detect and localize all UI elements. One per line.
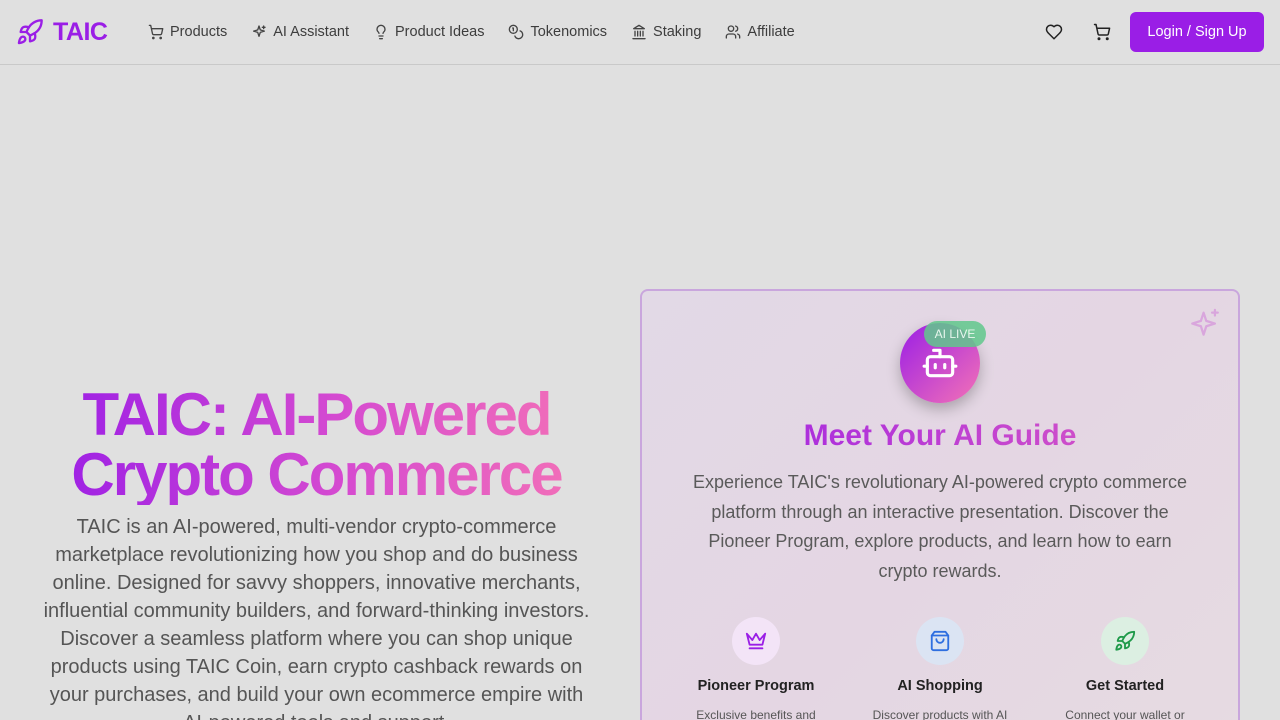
nav-staking-label: Staking <box>653 24 702 40</box>
nav-product-ideas-label: Product Ideas <box>395 24 485 40</box>
feature-description: Discover products with AI <box>872 708 1008 720</box>
crown-icon <box>745 632 767 650</box>
feature-description: Connect your wallet or <box>1065 708 1185 720</box>
nav-affiliate[interactable]: Affiliate <box>725 20 795 44</box>
feature-ai-shopping[interactable]: AI Shopping Discover products with AI <box>855 617 1025 720</box>
nav-products-label: Products <box>170 24 228 40</box>
nav-staking[interactable]: Staking <box>631 20 701 44</box>
top-navbar: TAIC Products AI Assistant Product Ideas… <box>0 0 1280 65</box>
heart-icon <box>1045 24 1063 40</box>
ai-guide-card: AI LIVE Meet Your AI Guide Experience TA… <box>640 289 1240 720</box>
cart-icon <box>1093 23 1111 41</box>
nav-affiliate-label: Affiliate <box>747 24 795 40</box>
feature-icon-circle <box>1101 617 1149 665</box>
feature-title: Get Started <box>1085 678 1165 694</box>
nav-ai-assistant-label: AI Assistant <box>273 24 349 40</box>
brand-name: TAIC <box>53 17 108 46</box>
sparkles-icon <box>253 25 266 37</box>
cart-button[interactable] <box>1082 12 1122 52</box>
nav-product-ideas[interactable]: Product Ideas <box>373 20 484 44</box>
card-title: Meet Your AI Guide <box>642 419 1238 453</box>
nav-ai-assistant[interactable]: AI Assistant <box>251 20 349 44</box>
brand-logo[interactable]: TAIC <box>16 16 108 48</box>
users-icon <box>726 25 741 39</box>
shopping-bag-icon <box>930 630 950 652</box>
hero-title: TAIC: AI-Powered Crypto Commerce <box>40 385 593 505</box>
feature-get-started[interactable]: Get Started Connect your wallet or <box>1040 617 1210 720</box>
ai-live-badge: AI LIVE <box>924 321 986 347</box>
main-nav: Products AI Assistant Product Ideas Toke… <box>148 20 795 44</box>
feature-icon-circle <box>916 617 964 665</box>
feature-description: Exclusive benefits and <box>696 708 816 720</box>
bank-icon <box>632 24 646 40</box>
nav-actions: Login / Sign Up <box>1034 12 1264 52</box>
nav-products[interactable]: Products <box>148 20 227 44</box>
sparkles-icon <box>1191 308 1219 336</box>
login-signup-button[interactable]: Login / Sign Up <box>1130 12 1264 52</box>
hero-section: TAIC: AI-Powered Crypto Commerce TAIC is… <box>40 385 593 720</box>
wishlist-button[interactable] <box>1034 12 1074 52</box>
nav-tokenomics[interactable]: Tokenomics <box>508 20 607 44</box>
nav-tokenomics-label: Tokenomics <box>530 24 608 40</box>
feature-title: Pioneer Program <box>697 678 815 694</box>
lightbulb-icon <box>376 24 386 40</box>
feature-icon-circle <box>732 617 780 665</box>
bot-icon <box>922 348 958 378</box>
feature-pioneer-program[interactable]: Pioneer Program Exclusive benefits and <box>671 617 841 720</box>
rocket-icon <box>1115 630 1136 651</box>
cart-icon <box>148 24 164 40</box>
coins-icon <box>509 24 524 40</box>
card-description: Experience TAIC's revolutionary AI-power… <box>693 472 1187 581</box>
feature-title: AI Shopping <box>897 678 983 694</box>
hero-description: TAIC is an AI-powered, multi-vendor cryp… <box>43 516 590 720</box>
rocket-icon <box>17 19 43 45</box>
